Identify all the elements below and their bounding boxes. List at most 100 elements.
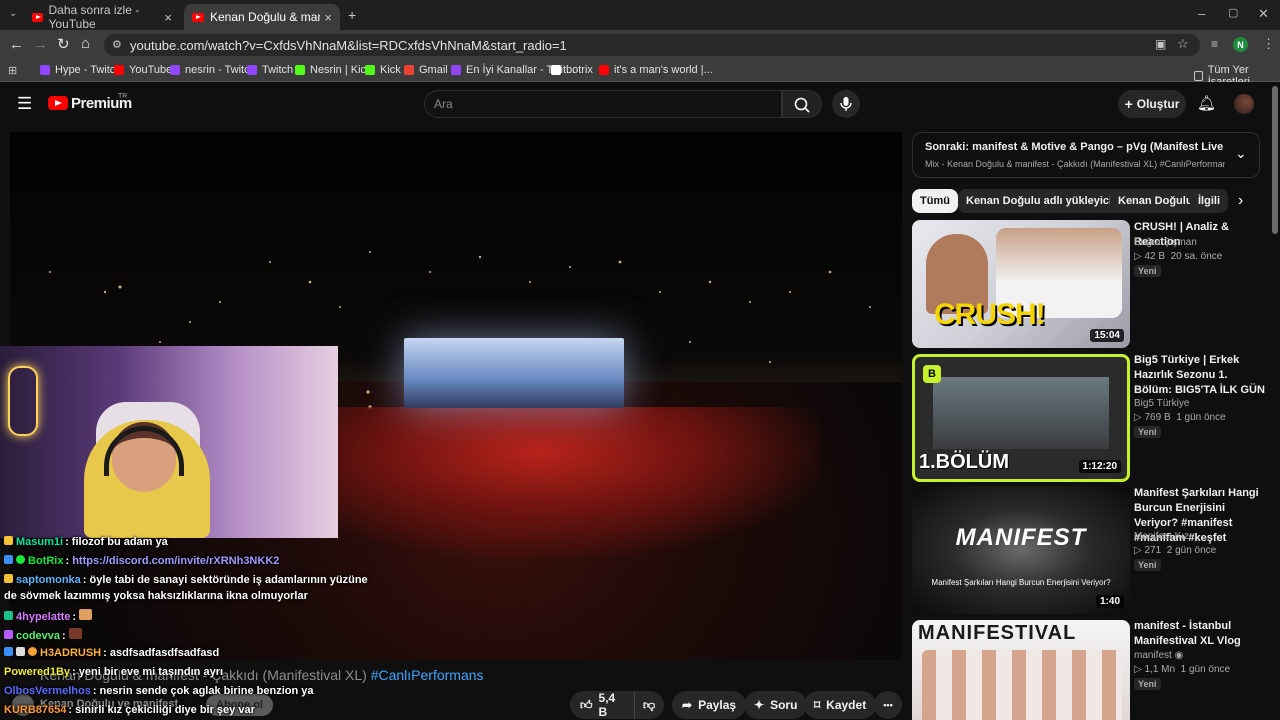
hashtag-link[interactable]: #CanlıPerformans <box>371 667 484 683</box>
bookmark-item[interactable]: YouTube <box>114 64 172 76</box>
more-actions-button[interactable]: ••• <box>874 691 902 719</box>
video-thumbnail[interactable]: MANIFESTIVAL <box>912 620 1130 720</box>
url-text[interactable]: youtube.com/watch?v=CxfdsVhNnaM&list=RDC… <box>130 38 567 53</box>
video-stats: ▷ 1,1 Mn 1 gün önce <box>1134 664 1231 675</box>
youtube-icon <box>599 65 609 75</box>
video-thumbnail[interactable]: CRUSH! 15:04 <box>912 220 1130 348</box>
bookmark-item[interactable]: Kick <box>365 64 401 76</box>
bookmark-item[interactable]: Gmail <box>404 64 448 76</box>
kick-icon <box>365 65 375 75</box>
new-badge: Yeni <box>1134 559 1161 571</box>
home-icon[interactable]: ⌂ <box>81 35 90 52</box>
channel-name[interactable]: Manifest Kızı <box>1134 531 1192 542</box>
maximize-button[interactable]: ▢ <box>1228 6 1238 19</box>
chat-badge-icon <box>4 574 13 583</box>
page-scrollbar[interactable] <box>1272 86 1278 234</box>
channel-name[interactable]: manifest ◉ <box>1134 650 1183 661</box>
chat-message: Masum1i: filozof bu adam ya <box>4 536 168 548</box>
country-code: TR <box>118 93 128 100</box>
search-placeholder: Ara <box>434 97 453 111</box>
new-badge: Yeni <box>1134 265 1161 277</box>
tab-watch-later[interactable]: Daha sonra izle - YouTube × <box>24 3 180 31</box>
botrix-icon <box>551 65 561 75</box>
save-button[interactable]: ⌑ Kaydet <box>804 691 877 719</box>
thumbnail-scene <box>933 377 1109 449</box>
kick-icon <box>295 65 305 75</box>
channel-name[interactable]: Big5 Türkiye <box>1134 398 1189 409</box>
video-thumbnail[interactable]: MANIFEST Manifest Şarkıları Hangi Burcun… <box>912 486 1130 614</box>
dislike-button[interactable]: 👎︎ <box>634 691 664 719</box>
chip-kenan-dogulu[interactable]: Kenan Doğulu <box>1110 189 1201 213</box>
ask-button[interactable]: ✦ Soru <box>744 691 808 719</box>
notifications-bell-icon[interactable]: 🔔︎ <box>1197 94 1216 112</box>
twitch-icon <box>247 65 257 75</box>
minimize-button[interactable]: – <box>1198 6 1205 21</box>
site-info-icon[interactable]: ⚙ <box>112 38 122 51</box>
voice-search-button[interactable] <box>832 90 860 118</box>
video-title[interactable]: manifest - İstanbul Manifestival XL Vlog <box>1134 619 1266 649</box>
tab-current-video[interactable]: Kenan Doğulu & manifest - Çak × <box>184 4 340 30</box>
tab-list-icon[interactable]: ⌄ <box>9 8 17 19</box>
install-app-icon[interactable]: ▣ <box>1155 37 1166 51</box>
video-title[interactable]: Big5 Türkiye | Erkek Hazırlık Sezonu 1. … <box>1134 353 1266 398</box>
profile-avatar[interactable]: N <box>1233 37 1248 52</box>
thumbs-up-icon: 👍︎ <box>580 697 593 712</box>
emote-icon <box>79 609 93 620</box>
search-input[interactable] <box>424 90 782 118</box>
twitch-icon <box>451 65 461 75</box>
chat-message: saptomonka: öyle tabi de sanayi sektörün… <box>4 574 368 586</box>
bookmark-item[interactable]: it's a man's world |... <box>599 64 713 76</box>
plus-icon: + <box>1124 96 1133 112</box>
chat-badge-icon <box>28 647 37 656</box>
media-control-icon[interactable]: ≡ <box>1211 37 1218 51</box>
thumbnail-group <box>922 650 1122 720</box>
up-next-title: Sonraki: manifest & Motive & Pango – pVg… <box>925 141 1225 153</box>
share-button[interactable]: ➦ Paylaş <box>672 691 747 719</box>
video-duration: 15:04 <box>1090 329 1124 342</box>
chat-message: codevva: <box>4 628 85 642</box>
bookmark-item[interactable]: Nesrin | Kick <box>295 64 372 76</box>
chip-all[interactable]: Tümü <box>912 189 958 213</box>
chat-message: BotRix: https://discord.com/invite/rXRNh… <box>4 555 279 567</box>
up-next-panel[interactable]: Sonraki: manifest & Motive & Pango – pVg… <box>912 132 1260 178</box>
share-icon: ➦ <box>682 698 693 712</box>
forward-icon[interactable]: → <box>33 36 48 53</box>
concert-crowd <box>260 407 820 557</box>
concert-stage-screens <box>404 338 624 408</box>
thumbs-down-icon: 👎︎ <box>643 697 656 712</box>
bookmark-star-icon[interactable]: ☆ <box>1177 36 1189 52</box>
apps-grid-icon[interactable]: ⊞ <box>8 64 17 77</box>
new-badge: Yeni <box>1134 426 1161 438</box>
guide-menu-icon[interactable]: ☰ <box>17 94 32 114</box>
chevron-right-icon[interactable]: › <box>1238 192 1243 210</box>
search-button[interactable] <box>782 90 822 118</box>
tab-close-icon[interactable]: × <box>164 10 172 25</box>
youtube-logo-icon[interactable] <box>48 96 68 110</box>
video-thumbnail[interactable]: B 1.BÖLÜM 1:12:20 <box>912 354 1130 482</box>
thumbnail-text: CRUSH! <box>934 298 1046 331</box>
back-icon[interactable]: ← <box>9 36 24 53</box>
chip-related[interactable]: İlgili <box>1190 189 1228 213</box>
close-window-button[interactable]: ✕ <box>1258 6 1269 22</box>
channel-name[interactable]: Buğra Şişman <box>1134 237 1197 248</box>
thumbnail-subtext: Manifest Şarkıları Hangi Burcun Enerjisi… <box>931 578 1111 587</box>
chat-badge-icon <box>4 555 13 564</box>
bookmark-item[interactable]: nesrin - Twitch <box>170 64 256 76</box>
twitch-icon <box>40 65 50 75</box>
browser-menu-icon[interactable]: ⋮ <box>1262 36 1275 52</box>
chat-message: H3ADRUSH: asdfsadfasdfsadfasd <box>4 647 219 659</box>
bookmark-item[interactable]: botrix <box>551 64 593 76</box>
chat-badge-icon <box>4 647 13 656</box>
reload-icon[interactable]: ↻ <box>57 35 70 53</box>
thumbnail-text: MANIFESTIVAL <box>918 622 1077 644</box>
chevron-down-icon[interactable]: ⌄ <box>1235 145 1247 162</box>
thumbnail-text: 1.BÖLÜM <box>919 451 1009 473</box>
account-avatar[interactable] <box>1234 94 1254 114</box>
create-button[interactable]: + Oluştur <box>1118 90 1186 118</box>
bookmark-item[interactable]: Twitch <box>247 64 293 76</box>
like-button[interactable]: 👍︎ 5,4 B <box>570 691 634 719</box>
new-badge: Yeni <box>1134 678 1161 690</box>
tab-close-icon[interactable]: × <box>324 10 332 25</box>
new-tab-button[interactable]: + <box>348 7 356 23</box>
bookmark-item[interactable]: Hype - Twitch <box>40 64 121 76</box>
